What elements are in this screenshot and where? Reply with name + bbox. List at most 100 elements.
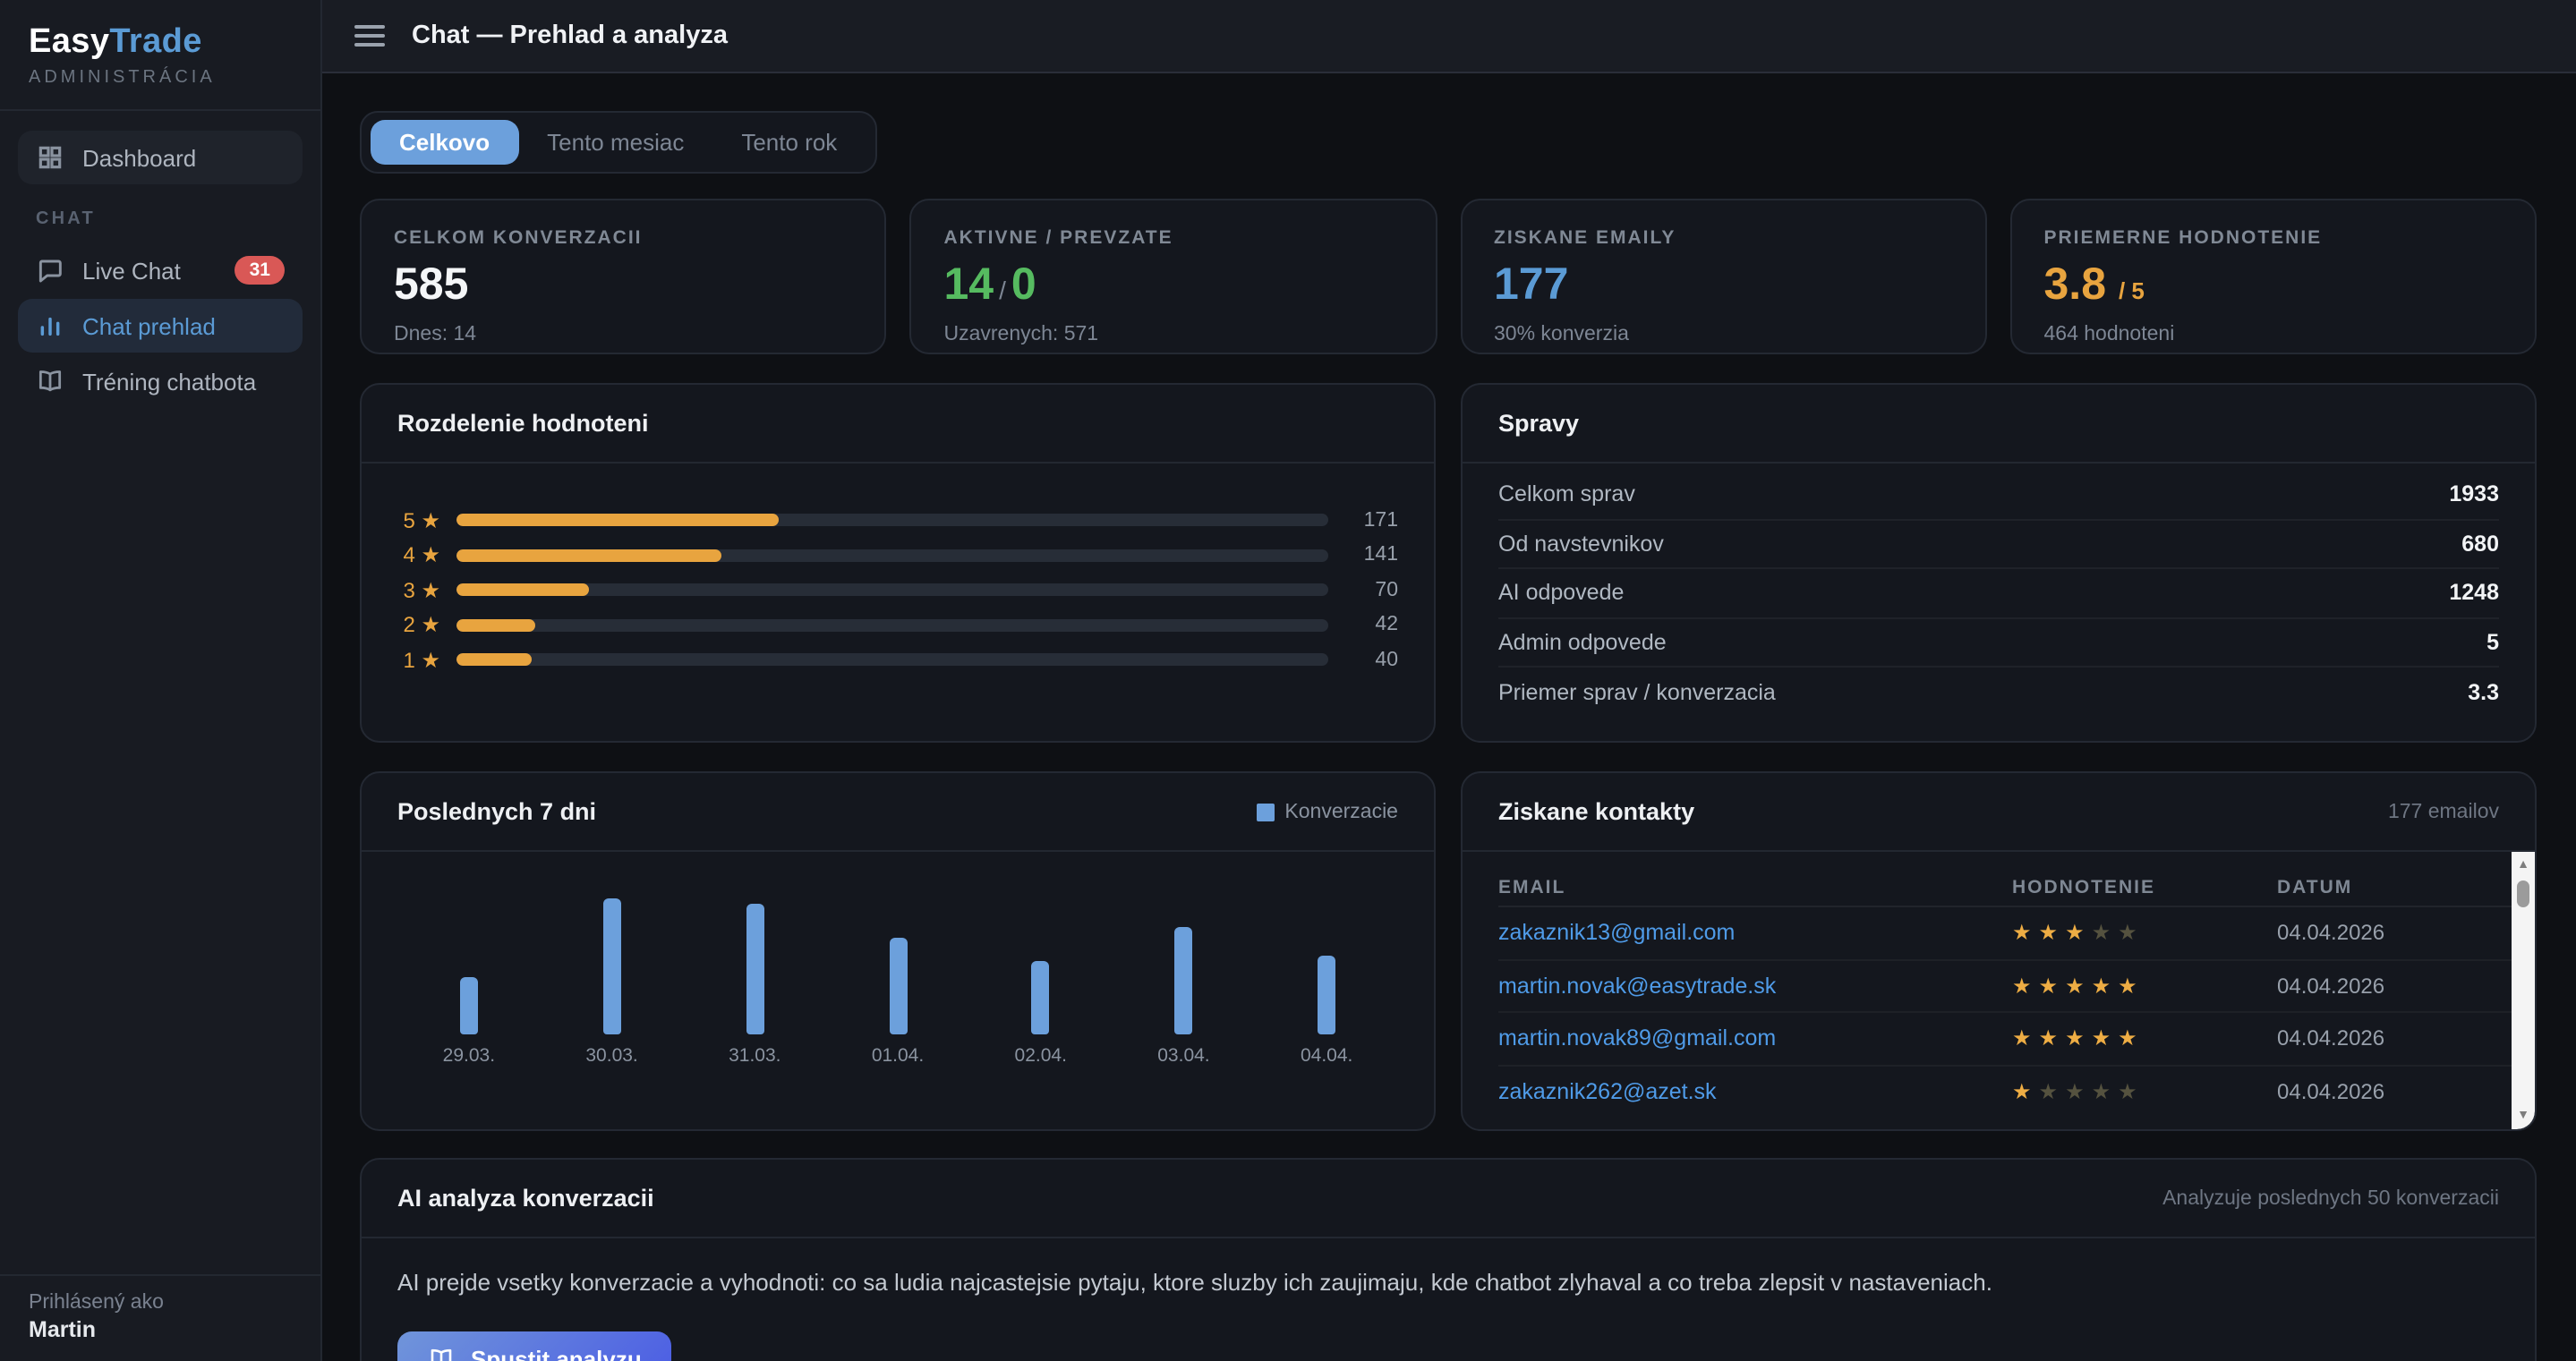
stat-card-konverzacie: CELKOM KONVERZACII 585 Dnes: 14 — [360, 199, 887, 354]
sidebar-item-trening-chatbota[interactable]: Tréning chatbota — [18, 354, 303, 408]
table-scrollbar[interactable]: ▲ ▼ — [2512, 852, 2535, 1129]
hamburger-menu-icon[interactable] — [354, 25, 385, 47]
rating-bar-fill — [456, 654, 532, 667]
summary-row: Od navstevnikov 680 — [1498, 520, 2499, 569]
stat-sub: Uzavrenych: 571 — [944, 323, 1403, 345]
email-link[interactable]: zakaznik13@gmail.com — [1498, 921, 2012, 946]
rating-star-label: 1 ★ — [394, 648, 440, 673]
x-tick: 03.04. — [1113, 1045, 1256, 1067]
rating-bar-track — [456, 654, 1328, 667]
rating-bar-track — [456, 619, 1328, 632]
email-link[interactable]: zakaznik262@azet.sk — [1498, 1080, 2012, 1105]
logged-in-as-label: Prihlásený ako — [29, 1291, 292, 1313]
stat-value-suffix: / 5 — [2119, 277, 2145, 304]
messages-summary-body: Celkom sprav 1933 Od navstevnikov 680 AI… — [1463, 464, 2535, 717]
summary-label: Celkom sprav — [1498, 482, 1635, 507]
card-header: AI analyza konverzacii Analyzuje posledn… — [362, 1160, 2535, 1238]
rating-row: 1 ★ 40 — [394, 642, 1398, 677]
open-book-icon — [428, 1346, 455, 1361]
chart-bar — [746, 904, 763, 1034]
scrollbar-down-arrow-icon[interactable]: ▼ — [2512, 1104, 2535, 1127]
ai-analysis-description: AI prejde vsetky konverzacie a vyhodnoti… — [397, 1269, 2499, 1296]
summary-label: Od navstevnikov — [1498, 532, 1664, 557]
summary-row: Priemer sprav / konverzacia 3.3 — [1498, 668, 2499, 717]
chart-legend: Konverzacie — [1256, 801, 1398, 822]
sidebar-item-dashboard[interactable]: Dashboard — [18, 131, 303, 184]
last-7-days-chart-card: Poslednych 7 dni Konverzacie — [360, 771, 1436, 1131]
table-row: zakaznik13@gmail.com ★★★★★ 04.04.2026 — [1498, 907, 2535, 960]
email-link[interactable]: martin.novak89@gmail.com — [1498, 1026, 2012, 1051]
chart-bar — [603, 898, 621, 1034]
card-title: AI analyza konverzacii — [397, 1185, 654, 1212]
column-header-hodnotenie: HODNOTENIE — [2012, 876, 2277, 897]
summary-row: Celkom sprav 1933 — [1498, 471, 2499, 520]
tab-tento-mesiac[interactable]: Tento mesiac — [518, 120, 712, 165]
rating-row: 3 ★ 70 — [394, 573, 1398, 608]
rating-count: 40 — [1344, 650, 1398, 671]
chart-bar — [889, 938, 907, 1034]
x-tick: 01.04. — [826, 1045, 969, 1067]
stat-value-taken: 0 — [1011, 259, 1036, 310]
run-analysis-label: Spustit analyzu — [471, 1346, 642, 1361]
stat-value-separator: / — [994, 276, 1011, 304]
scrollbar-up-arrow-icon[interactable]: ▲ — [2512, 854, 2535, 877]
scrollbar-thumb[interactable] — [2517, 880, 2529, 907]
card-header: Ziskane kontakty 177 emailov — [1463, 773, 2535, 852]
stat-value-rating: 3.8 — [2044, 259, 2107, 310]
chart-bar — [1174, 927, 1192, 1034]
rating-bar-track — [456, 549, 1328, 562]
summary-row: AI odpovede 1248 — [1498, 569, 2499, 618]
sidebar-footer: Prihlásený ako Martin — [0, 1273, 320, 1361]
sidebar-item-label: Tréning chatbota — [82, 368, 256, 395]
summary-label: Priemer sprav / konverzacia — [1498, 680, 1776, 705]
rating-count: 171 — [1344, 510, 1398, 532]
ratings-body: 5 ★ 171 4 ★ 141 3 ★ 70 — [362, 464, 1434, 677]
run-analysis-button[interactable]: Spustit analyzu — [397, 1331, 672, 1361]
stat-sub: 30% konverzia — [1494, 323, 1953, 345]
stat-card-hodnotenie: PRIEMERNE HODNOTENIE 3.8 / 5 464 hodnote… — [2010, 199, 2538, 354]
rating-bar-fill — [456, 619, 536, 632]
sidebar: EasyTrade ADMINISTRÁCIA Dashboard CHAT — [0, 0, 322, 1361]
logo-primary: Easy — [29, 23, 109, 61]
tab-celkovo[interactable]: Celkovo — [371, 120, 518, 165]
summary-value: 680 — [2461, 532, 2499, 557]
ai-analysis-note: Analyzuje poslednych 50 konverzacii — [2162, 1187, 2499, 1209]
contact-date: 04.04.2026 — [2277, 921, 2474, 946]
logo-block: EasyTrade ADMINISTRÁCIA — [0, 0, 320, 111]
rating-star-label: 5 ★ — [394, 508, 440, 533]
grid-icon — [36, 143, 64, 172]
stat-sub: Dnes: 14 — [394, 323, 853, 345]
star-rating: ★★★★★ — [2012, 923, 2277, 944]
sidebar-item-live-chat[interactable]: Live Chat 31 — [18, 243, 303, 297]
summary-label: AI odpovede — [1498, 581, 1624, 606]
stat-value: 14/0 — [944, 261, 1403, 310]
contact-date: 04.04.2026 — [2277, 1026, 2474, 1051]
open-book-icon — [36, 367, 64, 396]
star-rating: ★★★★★ — [2012, 1082, 2277, 1103]
chart-bar — [1318, 956, 1335, 1034]
stat-label: ZISKANE EMAILY — [1494, 227, 1953, 249]
page-content: Celkovo Tento mesiac Tento rok CELKOM KO… — [322, 73, 2576, 1361]
x-tick: 30.03. — [541, 1045, 684, 1067]
summary-value: 3.3 — [2468, 680, 2499, 705]
summary-row: Admin odpovede 5 — [1498, 618, 2499, 668]
rating-bar-fill — [456, 515, 778, 527]
period-tabs: Celkovo Tento mesiac Tento rok — [360, 111, 876, 174]
rating-bar-track — [456, 515, 1328, 527]
stat-value: 177 — [1494, 261, 1953, 310]
email-link[interactable]: martin.novak@easytrade.sk — [1498, 974, 2012, 999]
chat-bubble-icon — [36, 256, 64, 285]
stat-card-emaily: ZISKANE EMAILY 177 30% konverzia — [1460, 199, 1987, 354]
column-header-datum: DATUM — [2277, 876, 2474, 897]
stat-card-aktivne-prevzate: AKTIVNE / PREVZATE 14/0 Uzavrenych: 571 — [910, 199, 1437, 354]
x-tick: 29.03. — [397, 1045, 541, 1067]
stat-value: 585 — [394, 261, 853, 310]
stat-value: 3.8 / 5 — [2044, 261, 2503, 310]
card-header: Poslednych 7 dni Konverzacie — [362, 773, 1434, 852]
contact-date: 04.04.2026 — [2277, 974, 2474, 999]
sidebar-item-chat-prehlad[interactable]: Chat prehlad — [18, 299, 303, 353]
charts-row: Poslednych 7 dni Konverzacie — [360, 771, 2537, 1131]
tab-tento-rok[interactable]: Tento rok — [712, 120, 866, 165]
chart-bar — [1032, 961, 1050, 1034]
stat-label: PRIEMERNE HODNOTENIE — [2044, 227, 2503, 249]
